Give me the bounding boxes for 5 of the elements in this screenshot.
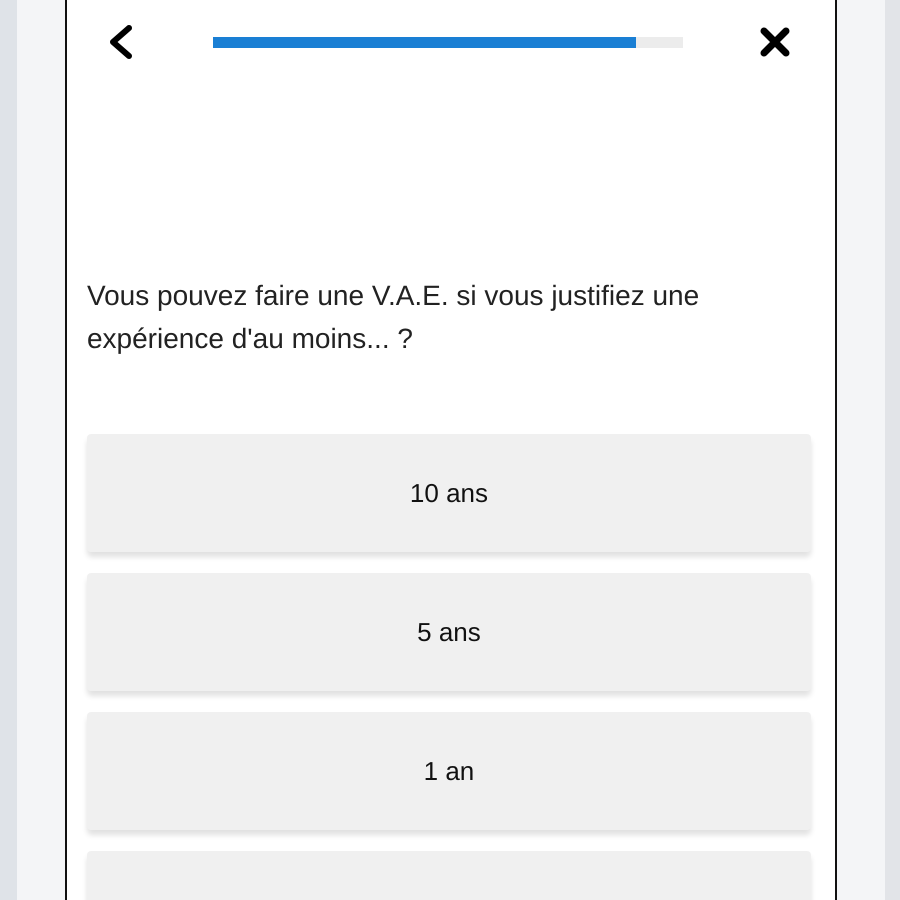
question-text: Vous pouvez faire une V.A.E. si vous justifiez une expérience d'au moins... ? (86, 279, 700, 356)
answer-button[interactable]: 1 an (86, 712, 811, 830)
close-icon[interactable] (758, 26, 791, 58)
answer-button[interactable]: 5 ans (86, 573, 811, 691)
answer-button[interactable]: 10 ans (86, 434, 811, 552)
